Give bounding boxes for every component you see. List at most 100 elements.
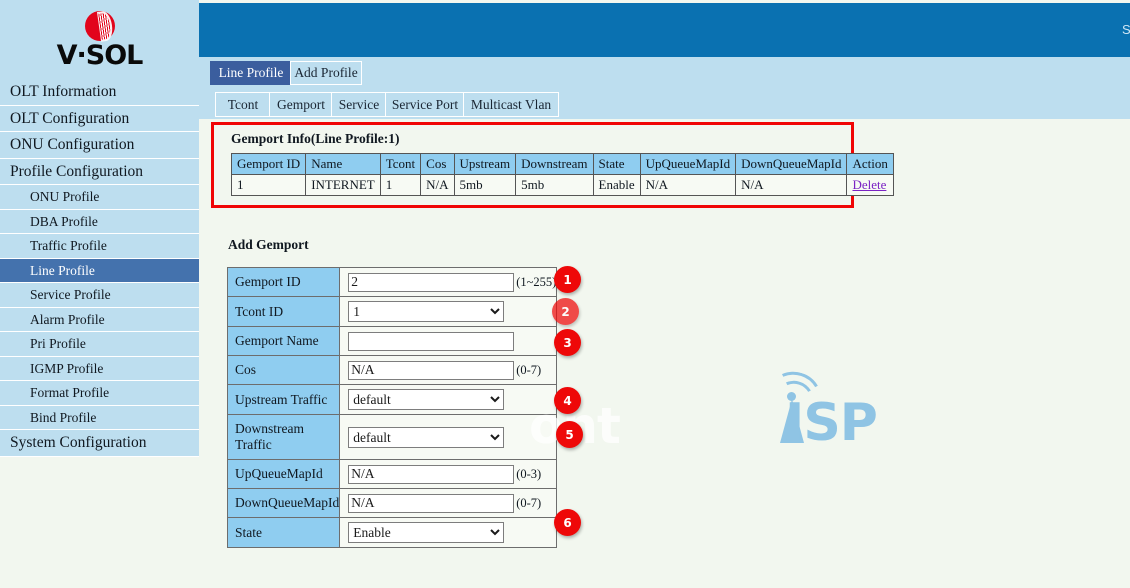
sidebar-top-nav: OLT Information OLT Configuration ONU Conf…	[0, 79, 199, 185]
form-label-downstream-traffic: Downstream Traffic	[226, 414, 341, 460]
form-field-cell-upstream-traffic: default	[339, 384, 558, 415]
table-header-row: Gemport ID Name Tcont Cos Upstream Downstream…	[230, 153, 894, 175]
gemport-info-title: Gemport Info(Line Profile:1)	[231, 131, 400, 146]
column-header: State	[592, 153, 641, 175]
callout-badge-3: 3	[554, 329, 581, 356]
table-cell-cos: N/A	[420, 174, 455, 196]
callout-badge-1: 1	[554, 266, 581, 293]
form-label-gemport-id: Gemport ID	[226, 267, 341, 297]
subtab-tcont[interactable]: Tcont	[215, 92, 271, 117]
sidebar-sub-nav: ONU Profile DBA Profile Traffic Profile Lin…	[0, 185, 199, 430]
upstream-traffic-select[interactable]: default	[348, 389, 505, 410]
form-field-cell-downqueuemapid: (0-7)	[339, 488, 558, 518]
gemport-id-input[interactable]	[348, 272, 515, 292]
gemport-name-input[interactable]	[348, 331, 515, 351]
sidebar-item-onu-configuration[interactable]: ONU Configuration	[0, 132, 199, 159]
subtab-service-port[interactable]: Service Port	[385, 92, 465, 117]
form-label-tcont-id: Tcont ID	[226, 296, 341, 327]
delete-link[interactable]: Delete	[852, 177, 886, 192]
add-gemport-form: Gemport ID (1~255) Tcont ID 1 Gemport NameCo…	[226, 267, 558, 548]
sidebar-item-alarm-profile[interactable]: Alarm Profile	[0, 307, 199, 332]
table-cell-upstream: 5mb	[453, 174, 517, 196]
sidebar: V·SOL OLT Information OLT Configuration ON…	[0, 0, 199, 457]
form-row-gemport-id: Gemport ID (1~255)	[226, 267, 558, 297]
subtab-gemport[interactable]: Gemport	[269, 92, 333, 117]
form-field-cell-tcont-id: 1	[339, 296, 558, 327]
callout-badge-5: 5	[556, 421, 583, 448]
sidebar-item-traffic-profile[interactable]: Traffic Profile	[0, 234, 199, 259]
wifi-tower-dot-icon	[787, 392, 796, 401]
wifi-arc-outer-icon	[763, 365, 827, 425]
table-cell-action: Delete	[846, 174, 894, 196]
sidebar-item-dba-profile[interactable]: DBA Profile	[0, 209, 199, 234]
form-field-cell-state: Enable	[339, 517, 558, 548]
sidebar-item-profile-configuration[interactable]: Profile Configuration	[0, 158, 199, 185]
callout-badge-6: 6	[554, 509, 581, 536]
form-field-cell-gemport-id: (1~255)	[339, 267, 558, 297]
form-field-cell-downstream-traffic: default	[339, 414, 558, 460]
column-header: Gemport ID	[230, 153, 307, 175]
brand-logo: V·SOL	[0, 0, 199, 79]
subtab-service[interactable]: Service	[331, 92, 387, 117]
sidebar-bottom-nav: System Configuration	[0, 430, 199, 457]
secondary-tab-bar: Tcont Gemport Service Service Port Multicast…	[199, 85, 1130, 119]
downstream-traffic-select[interactable]: default	[348, 426, 505, 448]
page-root: V·SOL OLT Information OLT Configuration ON…	[0, 0, 1130, 588]
form-label-downqueuemapid: DownQueueMapId	[226, 488, 341, 518]
table-cell-name: INTERNET	[305, 174, 381, 196]
form-label-gemport-name: Gemport Name	[226, 326, 341, 356]
sidebar-item-service-profile[interactable]: Service Profile	[0, 283, 199, 308]
sidebar-item-igmp-profile[interactable]: IGMP Profile	[0, 356, 199, 381]
sidebar-item-line-profile[interactable]: Line Profile	[0, 258, 199, 283]
form-row-gemport-name: Gemport Name	[226, 326, 558, 356]
upqueuemapid-input[interactable]	[348, 464, 515, 484]
header-right-label: S	[1122, 22, 1130, 37]
vsol-sphere-logo-icon	[84, 9, 115, 42]
sidebar-item-olt-information[interactable]: OLT Information	[0, 79, 199, 106]
form-field-cell-upqueuemapid: (0-3)	[339, 459, 558, 489]
table-cell-up-queue-map-id: N/A	[639, 174, 737, 196]
column-header: Name	[305, 153, 381, 175]
form-label-state: State	[226, 517, 341, 548]
header-bar: S	[199, 3, 1130, 57]
sidebar-item-system-configuration[interactable]: System Configuration	[0, 430, 199, 457]
sidebar-item-pri-profile[interactable]: Pri Profile	[0, 332, 199, 357]
gemport-id-range-hint: (1~255)	[516, 274, 557, 289]
table-body: 1 INTERNET 1 N/A 5mb 5mb Enable N/A N/A Delete	[230, 174, 894, 196]
form-row-downstream-traffic: Downstream Traffic default	[226, 414, 558, 460]
column-header: Cos	[420, 153, 455, 175]
downqueuemapid-input[interactable]	[348, 493, 515, 513]
form-row-cos: Cos (0-7)	[226, 355, 558, 385]
form-label-upstream-traffic: Upstream Traffic	[226, 384, 341, 415]
sidebar-item-onu-profile[interactable]: ONU Profile	[0, 185, 199, 210]
tab-line-profile[interactable]: Line Profile	[210, 61, 292, 85]
form-row-state: State Enable	[226, 517, 558, 548]
primary-tab-bar: Line Profile Add Profile	[199, 57, 1130, 85]
add-gemport-title: Add Gemport	[228, 237, 309, 252]
upqueuemapid-range-hint: (0-3)	[516, 466, 542, 481]
state-select[interactable]: Enable	[348, 522, 505, 543]
tab-add-profile[interactable]: Add Profile	[290, 61, 362, 85]
form-row-upqueuemapid: UpQueueMapId (0-3)	[226, 459, 558, 489]
tcont-id-select[interactable]: 1	[348, 301, 505, 322]
wifi-arc-inner-icon	[772, 376, 818, 418]
table-cell-downstream: 5mb	[515, 174, 594, 196]
form-label-cos: Cos	[226, 355, 341, 385]
form-field-cell-cos: (0-7)	[339, 355, 558, 385]
sidebar-item-format-profile[interactable]: Format Profile	[0, 381, 199, 406]
downqueuemapid-range-hint: (0-7)	[516, 495, 542, 510]
form-row-tcont-id: Tcont ID 1	[226, 296, 558, 327]
column-header: Action	[846, 153, 894, 175]
column-header: DownQueueMapId	[735, 153, 848, 175]
sidebar-item-olt-configuration[interactable]: OLT Configuration	[0, 105, 199, 132]
column-header: Upstream	[453, 153, 517, 175]
form-label-upqueuemapid: UpQueueMapId	[226, 459, 341, 489]
form-row-upstream-traffic: Upstream Traffic default	[226, 384, 558, 415]
gemport-info-highlight-box: Gemport Info(Line Profile:1) Gemport ID N…	[211, 122, 894, 208]
table-cell-tcont: 1	[379, 174, 422, 196]
form-field-cell-gemport-name	[339, 326, 558, 356]
subtab-multicast-vlan[interactable]: Multicast Vlan	[463, 92, 559, 117]
cos-input[interactable]	[348, 360, 515, 380]
column-header: Downstream	[515, 153, 594, 175]
sidebar-item-bind-profile[interactable]: Bind Profile	[0, 405, 199, 430]
